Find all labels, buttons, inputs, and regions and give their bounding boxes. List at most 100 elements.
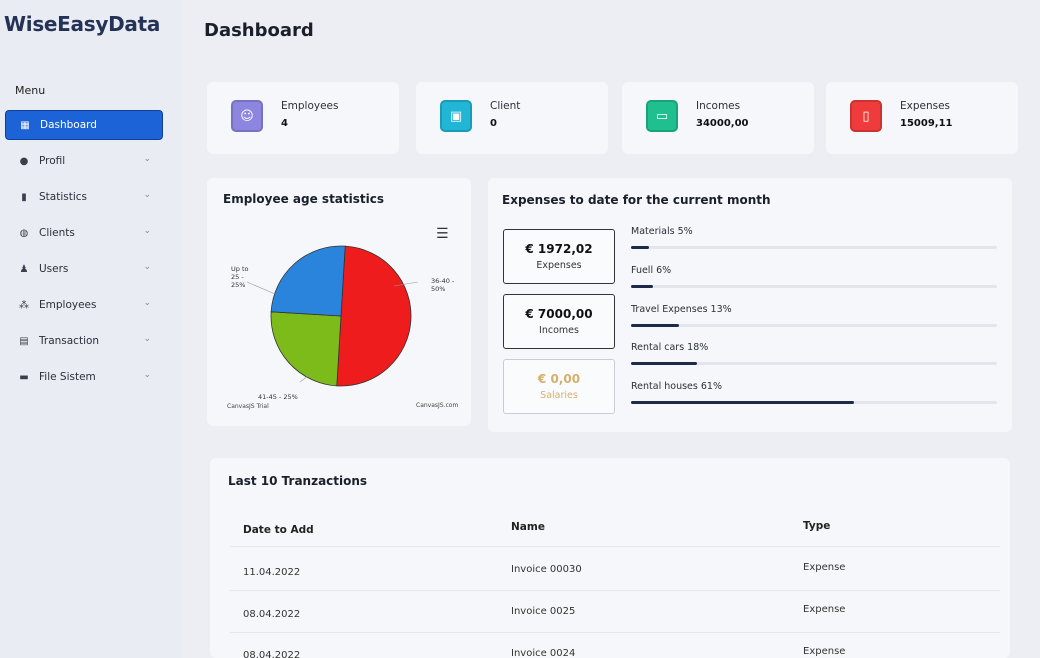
column-header-name[interactable]: Name <box>511 521 545 533</box>
progress-track <box>631 324 997 327</box>
stat-value: 15009,11 <box>900 118 953 129</box>
user-icon: ● <box>19 155 29 167</box>
progress-fill <box>631 401 855 404</box>
chart-credit-right[interactable]: CanvasJS.com <box>416 402 458 409</box>
age-pie-chart <box>246 245 419 387</box>
progress-label: Fuell 6% <box>631 265 672 276</box>
stat-card-incomes[interactable]: ▭ Incomes 34000,00 <box>622 82 814 154</box>
pie-label-41-45: 41-45 - 25% <box>258 393 298 401</box>
progress-fill <box>631 285 653 288</box>
cell-name: Invoice 0025 <box>511 606 576 617</box>
users-icon: ♟ <box>19 263 29 275</box>
transactions-title: Last 10 Tranzactions <box>228 474 368 488</box>
chevron-down-icon: ⌄ <box>143 262 151 272</box>
sidebar-item-label: Clients <box>39 227 75 239</box>
wallet-icon: ▭ <box>646 100 678 132</box>
cell-date: 08.04.2022 <box>243 650 301 658</box>
progress-label: Travel Expenses 13% <box>631 304 732 315</box>
sidebar-item-statistics[interactable]: ▮ Statistics ⌄ <box>5 182 163 212</box>
progress-fill <box>631 246 650 249</box>
progress-label: Rental houses 61% <box>631 381 722 392</box>
incomes-value: € 7000,00 <box>525 307 593 321</box>
progress-fuell: Fuell 6% <box>631 265 997 288</box>
progress-track <box>631 401 997 404</box>
column-header-type[interactable]: Type <box>803 520 830 532</box>
menu-label: Menu <box>15 84 46 97</box>
sidebar-item-label: Dashboard <box>40 119 97 131</box>
sidebar-item-file-sistem[interactable]: ▬ File Sistem ⌄ <box>5 362 163 392</box>
sidebar-item-label: Users <box>39 263 69 275</box>
stat-label: Expenses <box>900 100 951 112</box>
age-chart-title: Employee age statistics <box>223 192 385 206</box>
cell-date: 11.04.2022 <box>243 567 301 578</box>
sidebar-item-dashboard[interactable]: ▦ Dashboard <box>5 110 163 140</box>
stat-card-employees[interactable]: ☺ Employees 4 <box>207 82 399 154</box>
table-divider <box>230 590 1000 591</box>
chevron-down-icon: ⌄ <box>143 370 151 380</box>
expenses-month-title: Expenses to date for the current month <box>502 193 771 207</box>
receipt-icon: ▯ <box>850 100 882 132</box>
page-title: Dashboard <box>204 20 314 41</box>
salaries-box: € 0,00 Salaries <box>503 359 615 414</box>
pie-label-36-40: 36-40 - 50% <box>431 277 455 293</box>
archive-icon: ▬ <box>19 371 29 383</box>
chart-credit-left: CanvasJS Trial <box>227 403 269 410</box>
transactions-card <box>210 458 1010 658</box>
pie-label-up-to-25: Up to 25 - 25% <box>231 265 249 289</box>
column-header-date[interactable]: Date to Add <box>243 524 314 536</box>
progress-label: Rental cars 18% <box>631 342 709 353</box>
sidebar-nav: ▦ Dashboard ● Profil ⌄ ▮ Statistics ⌄ ◍ … <box>5 110 163 398</box>
sidebar-item-profil[interactable]: ● Profil ⌄ <box>5 146 163 176</box>
expenses-caption: Expenses <box>536 260 582 271</box>
chevron-down-icon: ⌄ <box>143 226 151 236</box>
stat-card-client[interactable]: ▣ Client 0 <box>416 82 608 154</box>
cell-date: 08.04.2022 <box>243 609 301 620</box>
sidebar-item-label: Profil <box>39 155 66 167</box>
cell-type: Expense <box>803 562 846 573</box>
stat-label: Client <box>490 100 521 112</box>
sidebar-item-users[interactable]: ♟ Users ⌄ <box>5 254 163 284</box>
employees-icon: ☺ <box>231 100 263 132</box>
stat-value: 34000,00 <box>696 118 749 129</box>
pie-slice-41-45[interactable] <box>270 311 342 387</box>
progress-track <box>631 246 997 249</box>
progress-fill <box>631 362 697 365</box>
cell-name: Invoice 00030 <box>511 564 582 575</box>
bar-chart-icon: ▮ <box>21 191 27 203</box>
table-divider <box>230 632 1000 633</box>
cell-type: Expense <box>803 604 846 615</box>
pie-slice-up-to-25[interactable] <box>270 245 346 317</box>
progress-fill <box>631 324 679 327</box>
salaries-value: € 0,00 <box>537 372 581 386</box>
stat-label: Employees <box>281 100 339 112</box>
stat-value: 4 <box>281 118 288 129</box>
sidebar-item-label: File Sistem <box>39 371 96 383</box>
progress-track <box>631 362 997 365</box>
list-icon: ▤ <box>19 335 29 347</box>
sidebar-item-label: Statistics <box>39 191 87 203</box>
sidebar-item-label: Employees <box>39 299 97 311</box>
pie-slice-36-40[interactable] <box>336 245 412 387</box>
progress-label: Materials 5% <box>631 226 693 237</box>
stat-label: Incomes <box>696 100 741 112</box>
expenses-value: € 1972,02 <box>525 242 593 256</box>
briefcase-icon: ▣ <box>440 100 472 132</box>
sidebar-item-employees[interactable]: ⁂ Employees ⌄ <box>5 290 163 320</box>
chevron-down-icon: ⌄ <box>143 154 151 164</box>
progress-track <box>631 285 997 288</box>
cell-name: Invoice 0024 <box>511 648 576 658</box>
stat-card-expenses[interactable]: ▯ Expenses 15009,11 <box>826 82 1018 154</box>
salaries-caption: Salaries <box>540 390 578 401</box>
app-logo[interactable]: WiseEasyData <box>4 12 160 36</box>
sidebar: WiseEasyData Menu ▦ Dashboard ● Profil ⌄… <box>0 0 182 658</box>
progress-travel-expenses: Travel Expenses 13% <box>631 304 997 327</box>
globe-icon: ◍ <box>19 227 29 239</box>
expenses-box: € 1972,02 Expenses <box>503 229 615 284</box>
sidebar-item-transaction[interactable]: ▤ Transaction ⌄ <box>5 326 163 356</box>
sidebar-item-clients[interactable]: ◍ Clients ⌄ <box>5 218 163 248</box>
chevron-down-icon: ⌄ <box>143 298 151 308</box>
progress-rental-houses: Rental houses 61% <box>631 381 997 404</box>
chevron-down-icon: ⌄ <box>143 190 151 200</box>
cell-type: Expense <box>803 646 846 657</box>
incomes-box: € 7000,00 Incomes <box>503 294 615 349</box>
